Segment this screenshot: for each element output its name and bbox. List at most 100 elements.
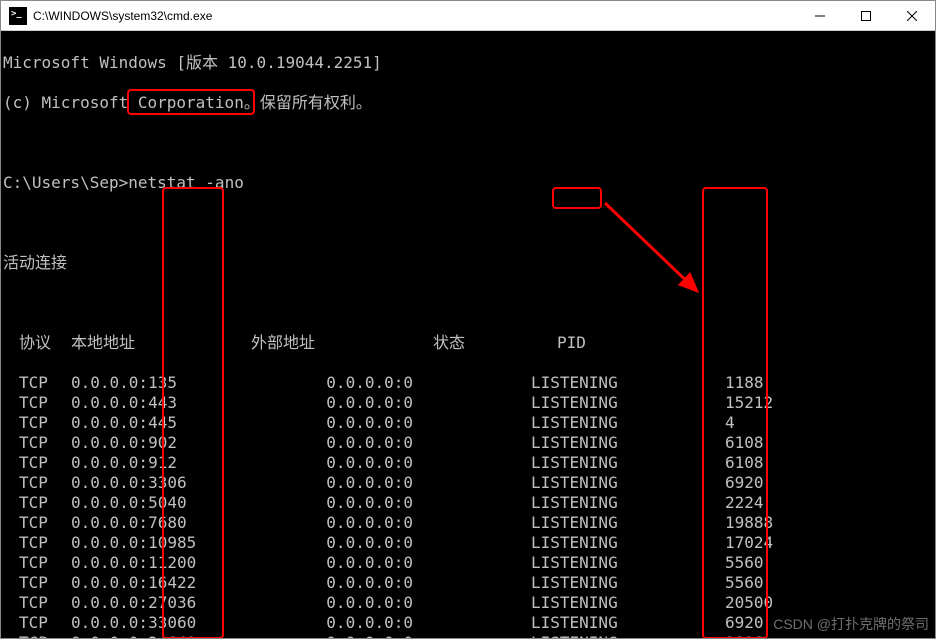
cell-proto: TCP [3,493,71,513]
table-row: TCP0.0.0.0:33060.0.0.0:0 LISTENING 6920 [3,473,935,493]
table-row: TCP0.0.0.0:1350.0.0.0:0LISTENING1188 [3,373,935,393]
cell-pid: 6108 [725,453,805,473]
table-row: TCP0.0.0.0:346420.0.0.0:0LISTENING9896 [3,633,935,638]
table-row: TCP0.0.0.0:4450.0.0.0:0LISTENING4 [3,413,935,433]
cell-state: LISTENING [531,393,655,413]
cell-pid: 6920 [725,473,805,493]
cell-proto: TCP [3,433,71,453]
cell-gap [433,473,531,493]
hdr-state: 状态 [433,333,557,353]
cell-local: 0.0.0.0:135 [71,373,251,393]
cell-state: LISTENING [531,473,655,493]
hdr-proto: 协议 [3,333,71,353]
cell-state: LISTENING [531,513,655,533]
cell-gap [433,553,531,573]
cell-proto: TCP [3,593,71,613]
table-row: TCP0.0.0.0:270360.0.0.0:0 LISTENING 20500 [3,593,935,613]
cell-state: LISTENING [531,553,655,573]
cell-pid: 9896 [725,633,805,638]
maximize-button[interactable] [843,1,889,31]
cell-proto: TCP [3,393,71,413]
cell-state: LISTENING [531,593,655,613]
cell-local: 0.0.0.0:27036 [71,593,251,613]
cell-state: LISTENING [531,493,655,513]
cell-local: 0.0.0.0:5040 [71,493,251,513]
cell-foreign: 0.0.0.0:0 [251,613,433,633]
cell-pid: 5560 [725,553,805,573]
cell-state: LISTENING [531,613,655,633]
cell-pid-gap [655,573,725,593]
cell-gap [433,593,531,613]
cell-pid-gap [655,413,725,433]
blank-line [3,133,935,153]
cell-foreign: 0.0.0.0:0 [251,573,433,593]
cell-pid: 17024 [725,533,805,553]
console-output[interactable]: Microsoft Windows [版本 10.0.19044.2251] (… [1,31,935,638]
cell-local: 0.0.0.0:902 [71,433,251,453]
cell-state: LISTENING [531,533,655,553]
blank-line [3,213,935,233]
cell-local: 0.0.0.0:912 [71,453,251,473]
cell-local: 0.0.0.0:33060 [71,613,251,633]
cell-proto: TCP [3,413,71,433]
cell-pid: 6920 [725,613,805,633]
close-button[interactable] [889,1,935,31]
cell-proto: TCP [3,573,71,593]
cell-proto: TCP [3,533,71,553]
cell-proto: TCP [3,373,71,393]
cell-local: 0.0.0.0:34642 [71,633,251,638]
cell-pid-gap [655,393,725,413]
window-title: C:\WINDOWS\system32\cmd.exe [33,9,797,23]
titlebar[interactable]: C:\WINDOWS\system32\cmd.exe [1,1,935,31]
banner-line-1: Microsoft Windows [版本 10.0.19044.2251] [3,53,935,73]
prompt-path: C:\Users\Sep> [3,173,128,192]
cell-gap [433,533,531,553]
cell-pid-gap [655,633,725,638]
cell-pid: 5560 [725,573,805,593]
cell-pid-gap [655,473,725,493]
cell-gap [433,573,531,593]
cell-proto: TCP [3,513,71,533]
cell-local: 0.0.0.0:16422 [71,573,251,593]
cell-foreign: 0.0.0.0:0 [251,593,433,613]
table-row: TCP0.0.0.0:112000.0.0.0:0LISTENING5560 [3,553,935,573]
cell-local: 0.0.0.0:3306 [71,473,251,493]
cell-foreign: 0.0.0.0:0 [251,633,433,638]
cell-pid: 1188 [725,373,805,393]
cell-gap [433,453,531,473]
cell-state: LISTENING [531,433,655,453]
table-row: TCP0.0.0.0:109850.0.0.0:0LISTENING17024 [3,533,935,553]
cell-state: LISTENING [531,453,655,473]
cmd-icon [9,7,27,25]
app-window: C:\WINDOWS\system32\cmd.exe Microsoft Wi… [0,0,936,639]
cell-proto: TCP [3,613,71,633]
cell-local: 0.0.0.0:10985 [71,533,251,553]
cell-gap [433,633,531,638]
cell-local: 0.0.0.0:443 [71,393,251,413]
cell-state: LISTENING [531,373,655,393]
cell-foreign: 0.0.0.0:0 [251,433,433,453]
cell-pid-gap [655,493,725,513]
cell-gap [433,393,531,413]
cell-pid-gap [655,513,725,533]
cell-gap [433,373,531,393]
section-title: 活动连接 [3,253,935,273]
cell-gap [433,513,531,533]
cell-foreign: 0.0.0.0:0 [251,473,433,493]
cell-proto: TCP [3,473,71,493]
minimize-button[interactable] [797,1,843,31]
hdr-pid: PID [557,333,627,353]
cell-foreign: 0.0.0.0:0 [251,513,433,533]
blank-line [3,293,935,313]
cell-pid: 4 [725,413,805,433]
hdr-local: 本地地址 [71,333,251,353]
cell-pid-gap [655,613,725,633]
cell-pid: 15212 [725,393,805,413]
cell-pid: 20500 [725,593,805,613]
cell-gap [433,433,531,453]
cell-pid-gap [655,433,725,453]
cell-pid: 2224 [725,493,805,513]
cell-state: LISTENING [531,573,655,593]
cell-pid-gap [655,593,725,613]
table-row: TCP0.0.0.0:76800.0.0.0:0LISTENING19888 [3,513,935,533]
